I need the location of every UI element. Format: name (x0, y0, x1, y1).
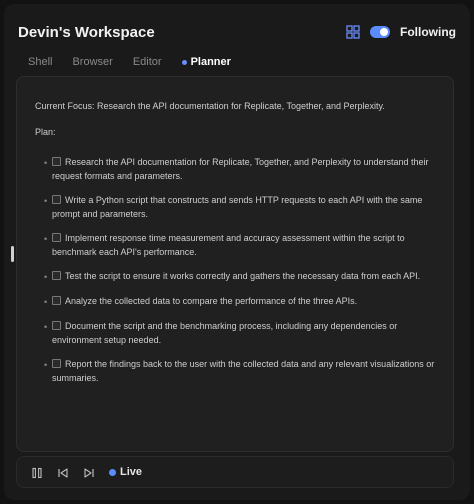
tab-browser[interactable]: Browser (72, 56, 112, 68)
bullet-icon: • (44, 272, 48, 282)
plan-item-text: Document the script and the benchmarking… (52, 321, 398, 345)
playback-controls: Live (16, 456, 454, 488)
plan-item-text: Report the findings back to the user wit… (52, 359, 435, 383)
plan-item: • Document the script and the benchmarki… (44, 319, 435, 347)
header-controls: Following (346, 25, 456, 39)
live-indicator[interactable]: Live (109, 466, 142, 478)
pause-icon[interactable] (31, 466, 43, 479)
plan-item-checkbox[interactable] (52, 195, 61, 204)
plan-item-text: Implement response time measurement and … (52, 233, 405, 257)
tab-bar: Shell Browser Editor Planner (28, 56, 231, 68)
skip-back-icon[interactable] (57, 466, 69, 478)
bullet-icon: • (44, 322, 48, 332)
grid-layout-icon[interactable] (346, 25, 360, 39)
tab-editor[interactable]: Editor (133, 56, 162, 68)
plan-item-checkbox[interactable] (52, 359, 61, 368)
current-focus-text: Current Focus: Research the API document… (35, 101, 385, 111)
bullet-icon: • (44, 196, 48, 206)
plan-item-checkbox[interactable] (52, 233, 61, 242)
following-toggle[interactable] (370, 26, 390, 38)
plan-item: • Test the script to ensure it works cor… (44, 269, 435, 284)
plan-item-checkbox[interactable] (52, 271, 61, 280)
live-label: Live (120, 466, 143, 478)
workspace-header: Devin's Workspace Following (18, 20, 456, 44)
tab-planner-label: Planner (190, 56, 231, 68)
plan-item: • Analyze the collected data to compare … (44, 294, 435, 309)
plan-item-text: Research the API documentation for Repli… (52, 157, 429, 181)
plan-item: • Report the findings back to the user w… (44, 357, 435, 385)
bullet-icon: • (44, 234, 48, 244)
plan-item-checkbox[interactable] (52, 157, 61, 166)
plan-item-text: Write a Python script that constructs an… (52, 195, 423, 219)
plan-item: • Research the API documentation for Rep… (44, 155, 435, 183)
plan-item: • Implement response time measurement an… (44, 231, 435, 259)
bullet-icon: • (44, 297, 48, 307)
active-tab-dot-icon (181, 59, 187, 65)
bullet-icon: • (44, 360, 48, 370)
tab-shell[interactable]: Shell (28, 56, 52, 68)
plan-item: • Write a Python script that constructs … (44, 193, 435, 221)
plan-item-checkbox[interactable] (52, 321, 61, 330)
skip-forward-icon[interactable] (83, 466, 95, 478)
tab-planner[interactable]: Planner (181, 56, 231, 68)
plan-item-text: Test the script to ensure it works corre… (65, 271, 421, 281)
resize-handle[interactable] (11, 246, 14, 262)
following-label: Following (400, 25, 456, 39)
plan-list: • Research the API documentation for Rep… (35, 155, 435, 385)
plan-item-checkbox[interactable] (52, 296, 61, 305)
plan-heading: Plan: (35, 127, 56, 137)
page-title: Devin's Workspace (18, 23, 155, 41)
planner-panel: Current Focus: Research the API document… (16, 76, 454, 452)
live-dot-icon (109, 468, 116, 476)
plan-item-text: Analyze the collected data to compare th… (65, 296, 358, 306)
bullet-icon: • (44, 158, 48, 168)
